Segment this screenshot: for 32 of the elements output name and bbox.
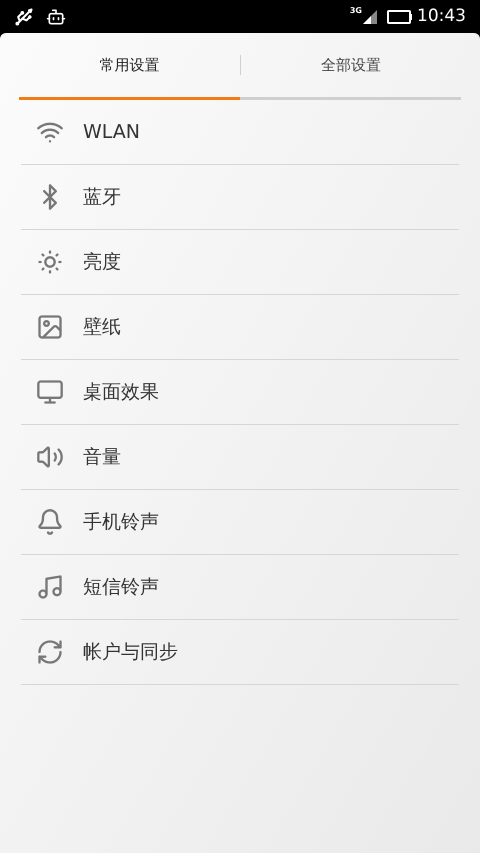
item-label: 亮度 (83, 250, 121, 275)
item-label: WLAN (83, 120, 140, 145)
settings-item[interactable]: WLAN (21, 100, 459, 165)
sun-icon (36, 248, 64, 276)
network-type: 3G (350, 5, 362, 17)
settings-item[interactable]: 亮度 (21, 230, 459, 295)
music-note-icon (36, 573, 64, 601)
settings-item[interactable]: 音量 (21, 425, 459, 490)
tab[interactable]: 全部设置 (240, 33, 461, 97)
signal-icon (363, 10, 377, 24)
settings-item[interactable]: 壁纸 (21, 295, 459, 360)
item-label: 蓝牙 (83, 184, 121, 210)
bell-icon (36, 508, 64, 536)
usb-icon (14, 6, 34, 26)
tab[interactable]: 常用设置 (19, 33, 240, 97)
settings-item[interactable]: 手机铃声 (21, 490, 459, 555)
sync-icon (36, 638, 64, 666)
battery-icon (387, 10, 413, 24)
settings-item[interactable]: 桌面效果 (21, 360, 459, 425)
item-label: 帐户与同步 (83, 640, 178, 665)
item-label: 音量 (83, 444, 121, 470)
item-label: 短信铃声 (83, 574, 159, 600)
item-label: 桌面效果 (83, 380, 159, 405)
settings-item[interactable]: 蓝牙 (21, 165, 459, 230)
monitor-icon (36, 378, 64, 406)
settings-item[interactable]: 帐户与同步 (21, 620, 459, 685)
item-label: 手机铃声 (83, 510, 159, 535)
image-icon (36, 313, 64, 341)
android-icon (46, 6, 66, 26)
settings-item[interactable]: 短信铃声 (21, 555, 459, 620)
item-label: 壁纸 (83, 314, 121, 340)
clock: 10:43 (417, 4, 466, 28)
